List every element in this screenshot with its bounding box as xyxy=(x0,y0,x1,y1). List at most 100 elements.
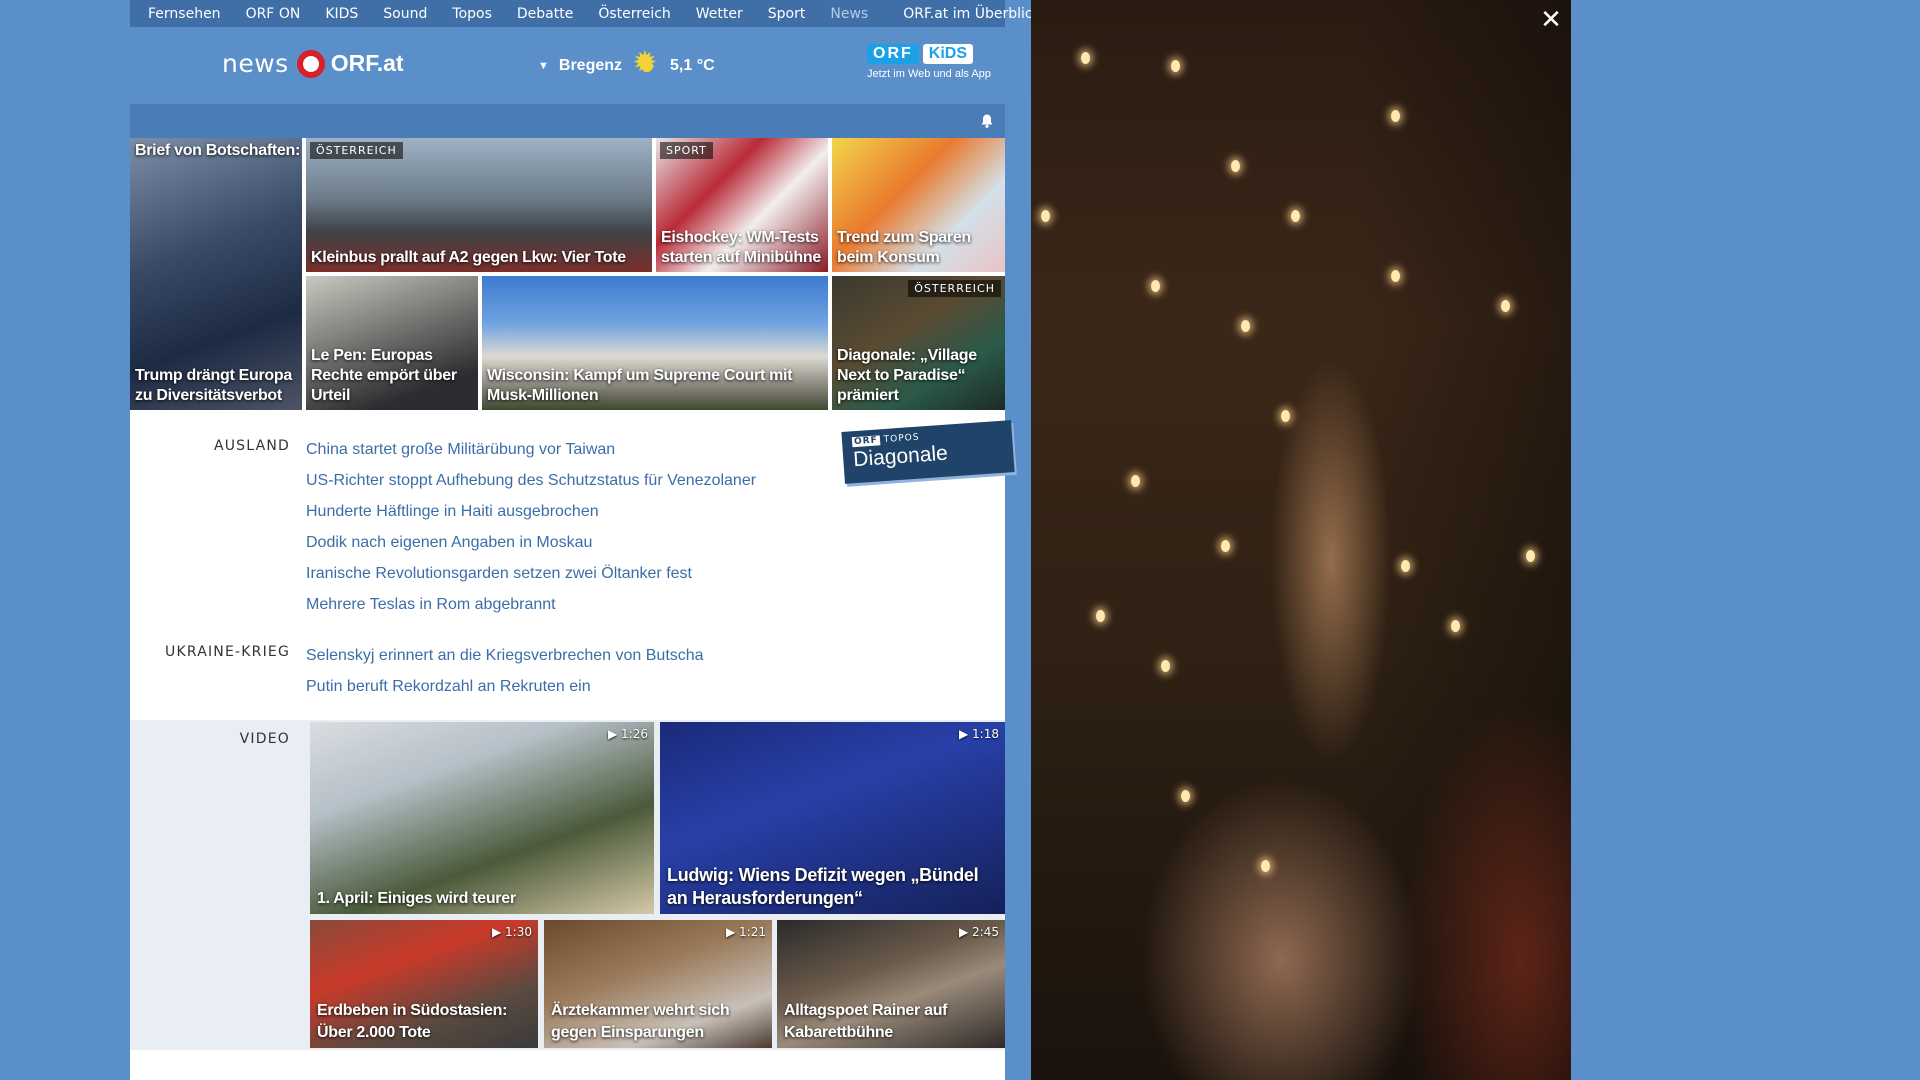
string-light xyxy=(1291,210,1300,222)
string-light xyxy=(1041,210,1050,222)
headline-link[interactable]: US-Richter stoppt Aufhebung des Schutzst… xyxy=(306,465,756,496)
logo-news-text: news xyxy=(222,49,289,78)
tile-caption: Diagonale: „Village Next to Paradise“ pr… xyxy=(837,347,977,404)
orf-ring-icon xyxy=(296,49,325,78)
topos-diagonale-badge[interactable]: ORF TOPOS Diagonale xyxy=(841,420,1015,484)
string-light xyxy=(1231,160,1240,172)
headline-link[interactable]: Putin beruft Rekordzahl an Rekruten ein xyxy=(306,671,704,702)
news-orf-logo[interactable]: news ORF.at xyxy=(222,49,404,78)
top-stories-grid: Brief von Botschaften: Trump drängt Euro… xyxy=(130,138,1005,410)
top-navigation: Fernsehen ORF ON KIDS Sound Topos Debatt… xyxy=(130,0,1041,27)
nav-fernsehen[interactable]: Fernsehen xyxy=(148,6,221,22)
string-light xyxy=(1096,610,1105,622)
video-tile[interactable]: ▶ 1:30 Erdbeben in Südostasien: Über 2.0… xyxy=(310,920,538,1048)
nav-sound[interactable]: Sound xyxy=(383,6,427,22)
tile-caption: Eishockey: WM-Tests starten auf Minibühn… xyxy=(661,229,821,266)
headline-link[interactable]: Iranische Revolutionsgarden setzen zwei … xyxy=(306,558,756,589)
string-light xyxy=(1181,790,1190,802)
video-caption: Ärztekammer wehrt sich gegen Einsparunge… xyxy=(551,1002,730,1041)
string-light xyxy=(1526,550,1535,562)
video-duration: ▶ 1:18 xyxy=(959,727,999,741)
string-light xyxy=(1261,860,1270,872)
video-caption: 1. April: Einiges wird teurer xyxy=(317,890,516,907)
weather-widget[interactable]: ▼ Bregenz 5,1 °C xyxy=(538,49,715,79)
nav-overview[interactable]: ORF.at im Überblick xyxy=(903,6,1040,22)
string-light xyxy=(1151,280,1160,292)
section-label-video: VIDEO xyxy=(239,731,290,747)
video-caption: Erdbeben in Südostasien: Über 2.000 Tote xyxy=(317,1002,508,1041)
story-tile[interactable]: SPORT Eishockey: WM-Tests starten auf Mi… xyxy=(656,138,828,272)
video-tile[interactable]: ▶ 1:26 1. April: Einiges wird teurer xyxy=(310,722,654,914)
close-icon[interactable]: ✕ xyxy=(1539,7,1563,33)
notification-bar xyxy=(130,104,1005,138)
site-header: news ORF.at ▼ Bregenz 5,1 °C ORF KiDS Je… xyxy=(130,27,1005,104)
headline-link[interactable]: Hunderte Häftlinge in Haiti ausgebrochen xyxy=(306,496,756,527)
tile-category-tag: SPORT xyxy=(660,142,713,159)
video-tile[interactable]: ▶ 1:18 Ludwig: Wiens Defizit wegen „Bünd… xyxy=(660,722,1005,914)
string-light xyxy=(1241,320,1250,332)
tile-category-tag: ÖSTERREICH xyxy=(310,142,403,159)
headline-lists: AUSLAND China startet große Militärübung… xyxy=(130,410,1015,720)
video-duration: ▶ 1:26 xyxy=(608,727,648,741)
tile-kicker: Brief von Botschaften: xyxy=(135,142,300,159)
video-duration: ▶ 1:21 xyxy=(726,925,766,939)
logo-orf-text: ORF.at xyxy=(330,50,404,76)
section-label-ausland: AUSLAND xyxy=(213,438,290,454)
story-tile[interactable]: Trend zum Sparen beim Konsum xyxy=(832,138,1005,272)
string-light xyxy=(1391,110,1400,122)
nav-news[interactable]: News xyxy=(830,6,868,22)
video-duration: ▶ 1:30 xyxy=(492,925,532,939)
story-tile[interactable]: Wisconsin: Kampf um Supreme Court mit Mu… xyxy=(482,276,828,410)
tile-caption: Wisconsin: Kampf um Supreme Court mit Mu… xyxy=(487,367,793,404)
nav-kids[interactable]: KIDS xyxy=(325,6,358,22)
dropdown-triangle-icon: ▼ xyxy=(538,60,549,72)
string-light xyxy=(1391,270,1400,282)
bell-icon[interactable] xyxy=(979,113,995,129)
tile-caption: Trend zum Sparen beim Konsum xyxy=(837,229,971,266)
video-duration: ▶ 2:45 xyxy=(959,925,999,939)
string-light xyxy=(1131,475,1140,487)
weather-temperature: 5,1 °C xyxy=(670,57,715,74)
tile-caption: Trump drängt Europa zu Diversitätsverbot xyxy=(135,367,292,404)
kids-subtitle: Jetzt im Web und als App xyxy=(867,68,991,80)
story-tile[interactable]: Brief von Botschaften: Trump drängt Euro… xyxy=(130,138,302,410)
sun-icon xyxy=(634,49,660,79)
story-tile[interactable]: ÖSTERREICH Diagonale: „Village Next to P… xyxy=(832,276,1005,410)
video-section: VIDEO ▶ 1:26 1. April: Einiges wird teur… xyxy=(130,720,1005,1050)
tile-caption: Kleinbus prallt auf A2 gegen Lkw: Vier T… xyxy=(311,249,626,266)
story-tile[interactable]: Le Pen: Europas Rechte empört über Urtei… xyxy=(306,276,478,410)
string-light xyxy=(1281,410,1290,422)
string-light xyxy=(1451,620,1460,632)
tile-category-tag: ÖSTERREICH xyxy=(908,280,1001,297)
nav-topos[interactable]: Topos xyxy=(452,6,491,22)
nav-wetter[interactable]: Wetter xyxy=(696,6,743,22)
video-caption: Alltagspoet Rainer auf Kabarettbühne xyxy=(784,1002,948,1041)
headline-link[interactable]: Selenskyj erinnert an die Kriegsverbrech… xyxy=(306,640,704,671)
section-label-ukraine: UKRAINE-KRIEG xyxy=(165,644,290,660)
string-light xyxy=(1171,60,1180,72)
headline-link[interactable]: Dodik nach eigenen Angaben in Moskau xyxy=(306,527,756,558)
kids-badge: KiDS xyxy=(922,44,974,64)
tile-caption: Le Pen: Europas Rechte empört über Urtei… xyxy=(311,347,457,404)
video-tile[interactable]: ▶ 1:21 Ärztekammer wehrt sich gegen Eins… xyxy=(544,920,772,1048)
story-tile[interactable]: ÖSTERREICH Kleinbus prallt auf A2 gegen … xyxy=(306,138,652,272)
weather-location: Bregenz xyxy=(558,57,623,74)
string-light xyxy=(1161,660,1170,672)
string-light xyxy=(1221,540,1230,552)
video-frame xyxy=(1031,0,1571,1080)
headline-link[interactable]: Mehrere Teslas in Rom abgebrannt xyxy=(306,589,756,620)
string-light xyxy=(1501,300,1510,312)
video-tile[interactable]: ▶ 2:45 Alltagspoet Rainer auf Kabarettbü… xyxy=(777,920,1005,1048)
next-section-cutoff xyxy=(130,1050,1005,1080)
string-light xyxy=(1081,52,1090,64)
orf-kids-promo[interactable]: ORF KiDS Jetzt im Web und als App xyxy=(867,44,1005,80)
nav-sport[interactable]: Sport xyxy=(768,6,806,22)
video-caption: Ludwig: Wiens Defizit wegen „Bündel an H… xyxy=(667,865,979,908)
video-player[interactable]: ✕ xyxy=(1031,0,1571,1080)
nav-debatte[interactable]: Debatte xyxy=(517,6,573,22)
nav-orf-on[interactable]: ORF ON xyxy=(246,6,301,22)
string-light xyxy=(1401,560,1410,572)
headline-link[interactable]: China startet große Militärübung vor Tai… xyxy=(306,434,756,465)
orf-badge: ORF xyxy=(867,44,919,64)
nav-oesterreich[interactable]: Österreich xyxy=(598,6,670,22)
